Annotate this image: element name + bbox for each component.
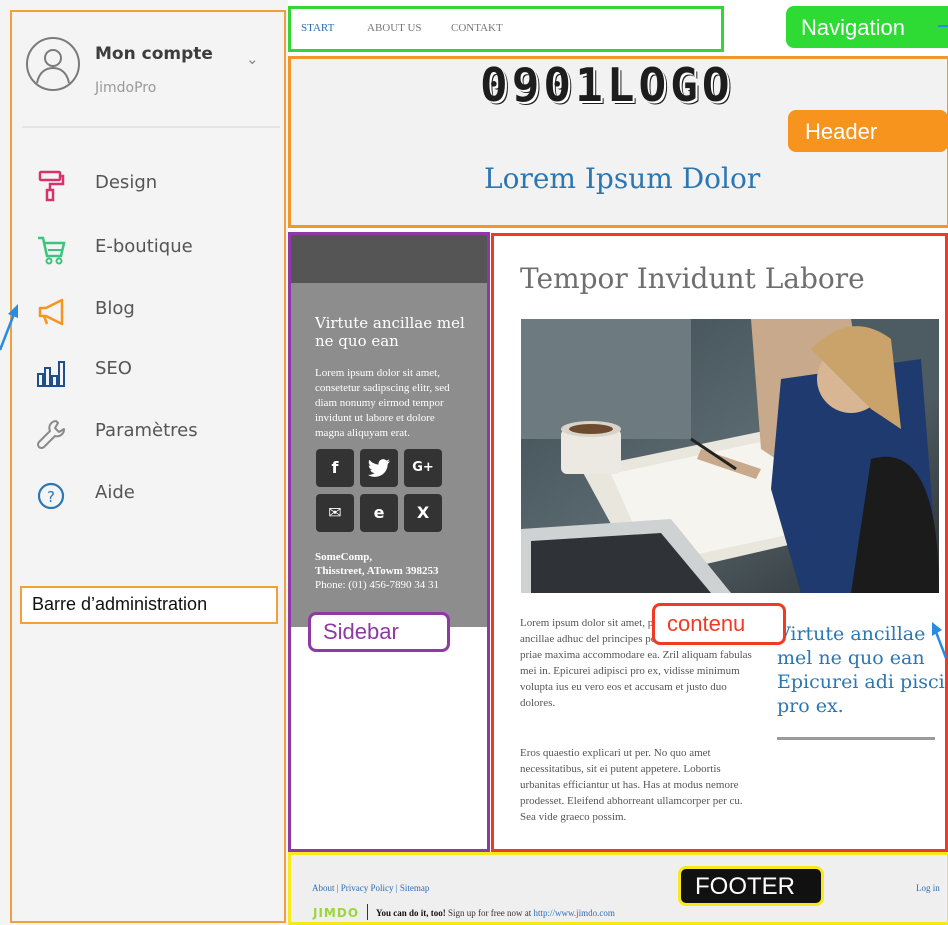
email-icon[interactable]: ✉ <box>316 494 354 532</box>
bar-chart-icon <box>36 356 66 387</box>
admin-menu-label: Design <box>95 172 158 193</box>
admin-menu-label: Paramètres <box>95 420 198 441</box>
site-title: Lorem Ipsum Dolor <box>484 162 761 195</box>
arrow-icon <box>0 304 18 351</box>
paint-roller-icon <box>36 170 66 202</box>
sidebar-top-band <box>291 235 487 283</box>
nav-link-start[interactable]: START <box>301 22 334 34</box>
sidebar-title: Virtute ancillae mel ne quo ean <box>315 314 465 350</box>
admin-annotation-frame <box>10 10 286 923</box>
navigation-annotation-label: Navigation <box>786 6 948 48</box>
navigation-bar <box>288 6 724 52</box>
sidebar-text: Lorem ipsum dolor sit amet, consetetur s… <box>315 367 450 439</box>
admin-menu-design[interactable]: Design <box>28 166 268 204</box>
admin-menu-blog[interactable]: Blog <box>28 292 268 330</box>
footer-links[interactable]: About | Privacy Policy | Sitemap <box>312 883 429 893</box>
evernote-icon[interactable]: e <box>360 494 398 532</box>
footer-login-link[interactable]: Log in <box>916 883 940 893</box>
account-plan: JimdoPro <box>95 80 157 96</box>
wrench-icon <box>36 418 66 450</box>
sidebar-address: SomeComp, Thisstreet, ATowm 398253 Phone… <box>315 550 475 592</box>
admin-menu-label: Blog <box>95 298 135 319</box>
admin-menu-seo[interactable]: SEO <box>28 352 268 390</box>
arrow-icon <box>938 25 948 27</box>
nav-link-contact[interactable]: CONTAKT <box>451 22 503 34</box>
megaphone-icon <box>36 296 66 326</box>
admin-annotation-label: Barre d’administration <box>20 586 278 624</box>
footer-promo-text: Sign up for free now at <box>445 908 534 918</box>
account-name[interactable]: Mon compte <box>95 44 213 64</box>
content-quote: Virtute ancillae mel ne quo ean Epicurei… <box>777 623 945 717</box>
site-logo[interactable]: 0901LOGO <box>480 58 734 112</box>
xing-icon[interactable]: X <box>404 494 442 532</box>
account-avatar-icon[interactable] <box>26 37 80 91</box>
content-paragraph-2: Eros quaestio explicari ut per. No quo a… <box>520 747 743 823</box>
quote-divider <box>777 737 935 740</box>
admin-menu-settings[interactable]: Paramètres <box>28 414 268 452</box>
footer-annotation-label: FOOTER <box>678 866 824 906</box>
admin-menu-shop[interactable]: E-boutique <box>28 230 268 268</box>
content-photo <box>521 319 939 593</box>
header-annotation-label: Header <box>788 110 948 152</box>
footer-promo: You can do it, too! Sign up for free now… <box>376 908 615 918</box>
twitter-icon[interactable] <box>360 449 398 487</box>
footer-separator <box>367 904 368 920</box>
admin-menu-label: SEO <box>95 358 132 379</box>
svg-text:?: ? <box>47 488 55 506</box>
cart-icon <box>36 234 66 265</box>
content-heading: Tempor Invidunt Labore <box>520 262 865 295</box>
address-street: Thisstreet, ATowm 398253 <box>315 565 439 577</box>
address-phone: Phone: (01) 456-7890 34 31 <box>315 579 440 591</box>
admin-divider <box>22 126 280 128</box>
jimdo-logo[interactable]: JIMDO <box>313 906 359 920</box>
arrow-icon <box>932 622 948 659</box>
admin-menu-label: E-boutique <box>95 236 193 257</box>
footer-promo-link[interactable]: http://www.jimdo.com <box>534 908 615 918</box>
facebook-icon[interactable]: f <box>316 449 354 487</box>
admin-menu-help[interactable]: ? Aide <box>28 476 268 514</box>
nav-link-about[interactable]: ABOUT US <box>367 22 422 34</box>
chevron-down-icon[interactable]: ⌄ <box>246 50 259 68</box>
content-annotation-label: contenu <box>652 603 786 645</box>
help-circle-icon: ? <box>36 480 66 510</box>
address-company: SomeComp, <box>315 551 373 563</box>
admin-menu-label: Aide <box>95 482 135 503</box>
google-plus-icon[interactable]: G+ <box>404 449 442 487</box>
sidebar-annotation-label: Sidebar <box>308 612 450 652</box>
footer-promo-bold: You can do it, too! <box>376 908 446 918</box>
